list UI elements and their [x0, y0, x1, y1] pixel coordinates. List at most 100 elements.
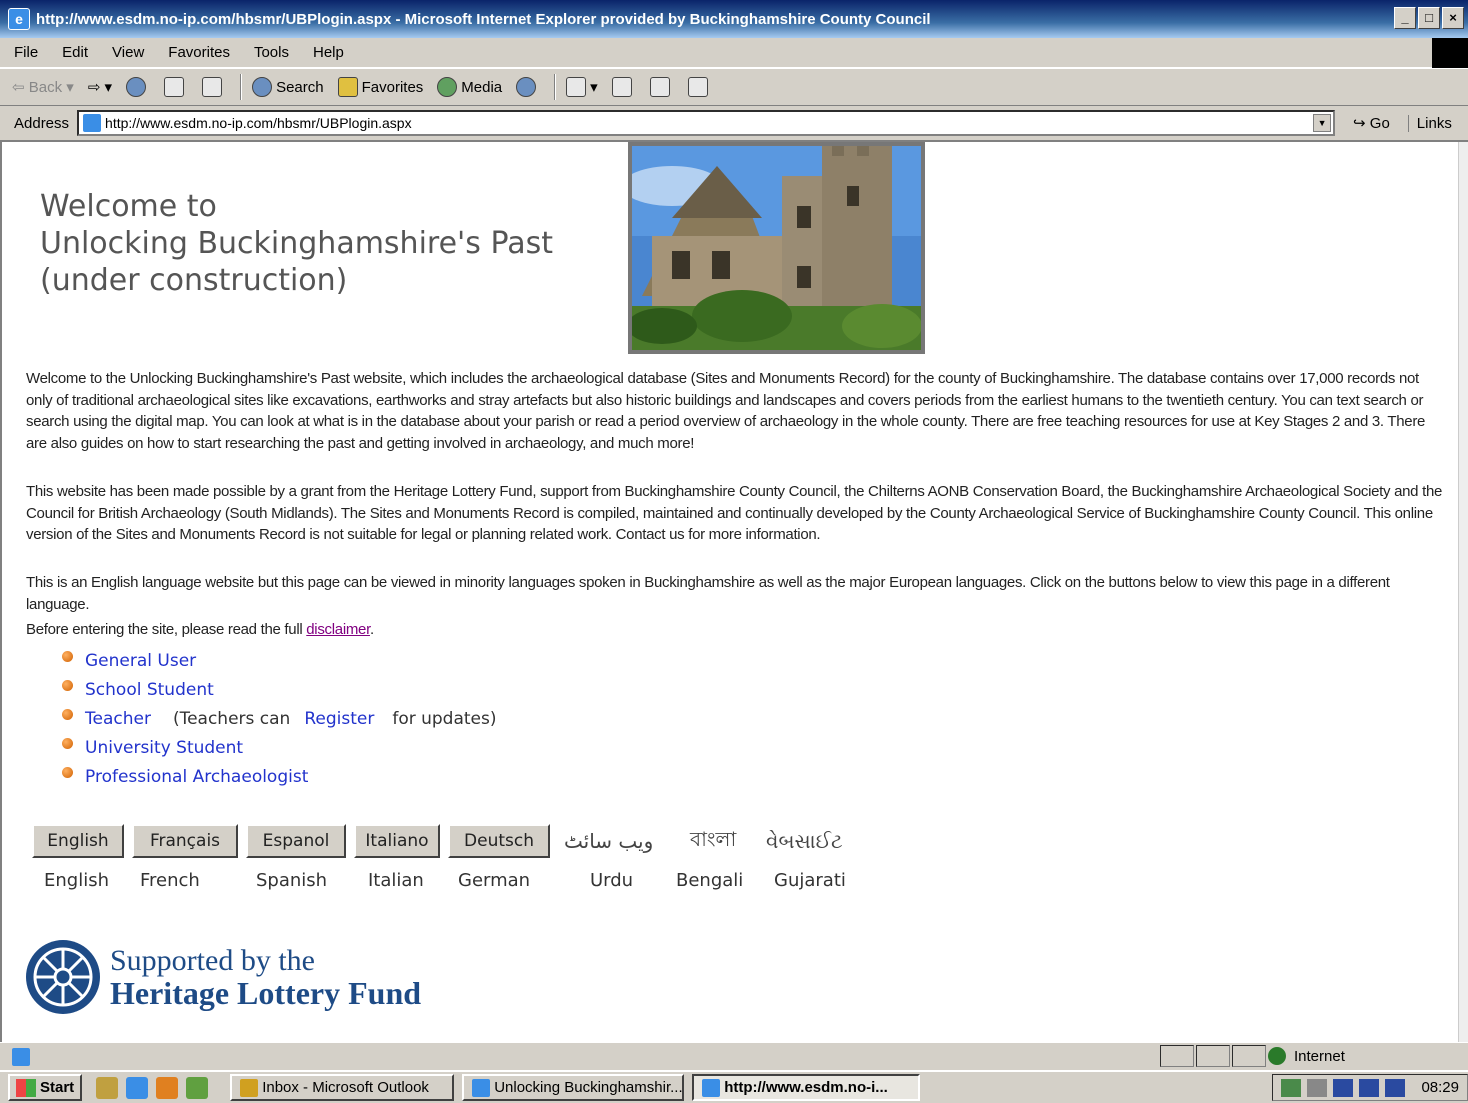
bullet-icon — [62, 680, 73, 691]
print-button[interactable] — [611, 77, 636, 97]
language-name-italian: Italian — [368, 870, 424, 891]
status-cell — [1196, 1045, 1230, 1067]
francais-button[interactable]: Français — [132, 824, 238, 858]
welcome-line-2: Unlocking Buckinghamshire's Past — [40, 226, 553, 261]
back-arrow-icon: ⇦ — [12, 79, 29, 96]
general-user-link[interactable]: General User — [85, 651, 196, 671]
go-button[interactable]: ↪ Go — [1353, 114, 1390, 133]
shield-icon[interactable] — [1333, 1078, 1353, 1097]
teacher-link[interactable]: Teacher — [85, 709, 151, 729]
refresh-button[interactable] — [164, 77, 188, 97]
security-zone: Internet — [1268, 1047, 1345, 1065]
maximize-button[interactable]: □ — [1418, 7, 1440, 29]
taskbar-item-esdm[interactable]: http://www.esdm.no-i... — [692, 1074, 921, 1101]
welcome-heading: Welcome to Unlocking Buckinghamshire's P… — [40, 188, 553, 299]
ie-quicklaunch-icon[interactable] — [126, 1076, 149, 1099]
espanol-button[interactable]: Espanol — [246, 824, 346, 858]
professional-archaeologist-link[interactable]: Professional Archaeologist — [85, 767, 308, 787]
taskbar-item-unlocking[interactable]: Unlocking Buckinghamshir... — [462, 1074, 685, 1101]
intro-paragraph: Welcome to the Unlocking Buckinghamshire… — [26, 370, 1426, 452]
hlf-emblem-icon — [26, 940, 100, 1014]
back-label: Back — [28, 78, 63, 96]
history-icon — [516, 77, 537, 97]
app-icon[interactable] — [186, 1076, 209, 1099]
address-label: Address — [14, 114, 70, 132]
links-button[interactable]: Links — [1407, 114, 1452, 132]
funding-paragraph: This website has been made possible by a… — [26, 483, 1443, 543]
english-button[interactable]: English — [32, 824, 124, 858]
task-label: http://www.esdm.no-i... — [724, 1079, 888, 1096]
university-student-link[interactable]: University Student — [85, 738, 243, 758]
language-name-gujarati: Gujarati — [774, 870, 846, 891]
system-tray: 08:29 — [1272, 1074, 1468, 1101]
menu-view[interactable]: View — [112, 44, 144, 61]
hlf-line-2: Heritage Lottery Fund — [110, 975, 422, 1011]
address-dropdown-icon[interactable]: ▼ — [1313, 114, 1332, 132]
page-icon — [83, 114, 102, 132]
gujarati-button[interactable]: વેબસાઈટ — [766, 829, 843, 853]
bengali-button[interactable]: বাংলা — [690, 825, 760, 858]
heritage-lottery-fund-logo[interactable]: Supported by the Heritage Lottery Fund — [26, 940, 421, 1014]
language-name-urdu: Urdu — [590, 870, 634, 891]
discuss-icon — [687, 77, 708, 97]
ie-icon: e — [8, 8, 30, 30]
ie-task-icon — [472, 1078, 491, 1097]
taskbar-item-outlook[interactable]: Inbox - Microsoft Outlook — [230, 1074, 455, 1101]
history-button[interactable] — [516, 77, 540, 97]
welcome-line-3: (under construction) — [40, 263, 348, 298]
address-url: http://www.esdm.no-ip.com/hbsmr/UBPlogin… — [105, 115, 412, 131]
menu-tools[interactable]: Tools — [254, 44, 289, 61]
media-label: Media — [461, 78, 503, 96]
italiano-button[interactable]: Italiano — [354, 824, 440, 858]
media-player-icon[interactable] — [156, 1076, 179, 1099]
teacher-note-prefix: (Teachers can — [172, 708, 291, 729]
back-button[interactable]: ⇦ Back ▾ — [12, 78, 74, 97]
vertical-scrollbar[interactable] — [1458, 142, 1468, 1042]
network-icon[interactable] — [1281, 1078, 1301, 1097]
menu-favorites[interactable]: Favorites — [168, 44, 230, 61]
media-icon — [437, 77, 458, 97]
start-label: Start — [40, 1079, 75, 1096]
windows-logo-icon — [1432, 38, 1468, 68]
antivirus-icon[interactable] — [1385, 1078, 1405, 1097]
forward-button[interactable]: ⇨ ▾ — [88, 78, 112, 96]
list-item: Professional Archaeologist — [62, 762, 511, 791]
language-name-spanish: Spanish — [256, 870, 328, 891]
address-bar: Address http://www.esdm.no-ip.com/hbsmr/… — [0, 106, 1468, 142]
windows-flag-icon — [16, 1078, 36, 1097]
start-button[interactable]: Start — [8, 1074, 83, 1101]
favorites-button[interactable]: Favorites — [337, 77, 423, 97]
discuss-button[interactable] — [687, 77, 712, 97]
hlf-text: Supported by the Heritage Lottery Fund — [110, 945, 422, 1011]
mail-icon — [566, 77, 587, 97]
desktop-icon[interactable] — [96, 1076, 119, 1099]
urdu-button[interactable]: ویب سائٹ — [564, 829, 684, 853]
search-icon — [252, 77, 273, 97]
list-item: School Student — [62, 675, 511, 704]
language-name-french: French — [140, 870, 200, 891]
volume-icon[interactable] — [1307, 1078, 1327, 1097]
address-input[interactable]: http://www.esdm.no-ip.com/hbsmr/UBPlogin… — [77, 110, 1336, 136]
home-button[interactable] — [202, 77, 226, 97]
close-button[interactable]: × — [1442, 7, 1464, 29]
menu-file[interactable]: File — [14, 44, 38, 61]
stop-button[interactable] — [126, 77, 150, 97]
deutsch-button[interactable]: Deutsch — [448, 824, 550, 858]
language-indicator-icon[interactable] — [1359, 1078, 1379, 1097]
window-title-bar[interactable]: e http://www.esdm.no-ip.com/hbsmr/UBPlog… — [0, 0, 1468, 38]
standard-toolbar: ⇦ Back ▾ ⇨ ▾ Search Favorites Media ▾ — [0, 68, 1468, 106]
mail-button[interactable]: ▾ — [566, 77, 598, 97]
media-button[interactable]: Media — [437, 77, 502, 97]
menu-edit[interactable]: Edit — [62, 44, 88, 61]
status-cell — [1232, 1045, 1266, 1067]
menu-help[interactable]: Help — [313, 44, 344, 61]
edit-button[interactable] — [649, 77, 674, 97]
minimize-button[interactable]: _ — [1394, 7, 1416, 29]
school-student-link[interactable]: School Student — [85, 680, 214, 700]
toolbar-separator — [554, 74, 557, 100]
globe-icon — [1268, 1047, 1286, 1065]
disclaimer-link[interactable]: disclaimer — [306, 621, 370, 638]
task-label: Unlocking Buckinghamshir... — [494, 1079, 683, 1096]
search-button[interactable]: Search — [252, 77, 324, 97]
register-link[interactable]: Register — [304, 709, 374, 729]
